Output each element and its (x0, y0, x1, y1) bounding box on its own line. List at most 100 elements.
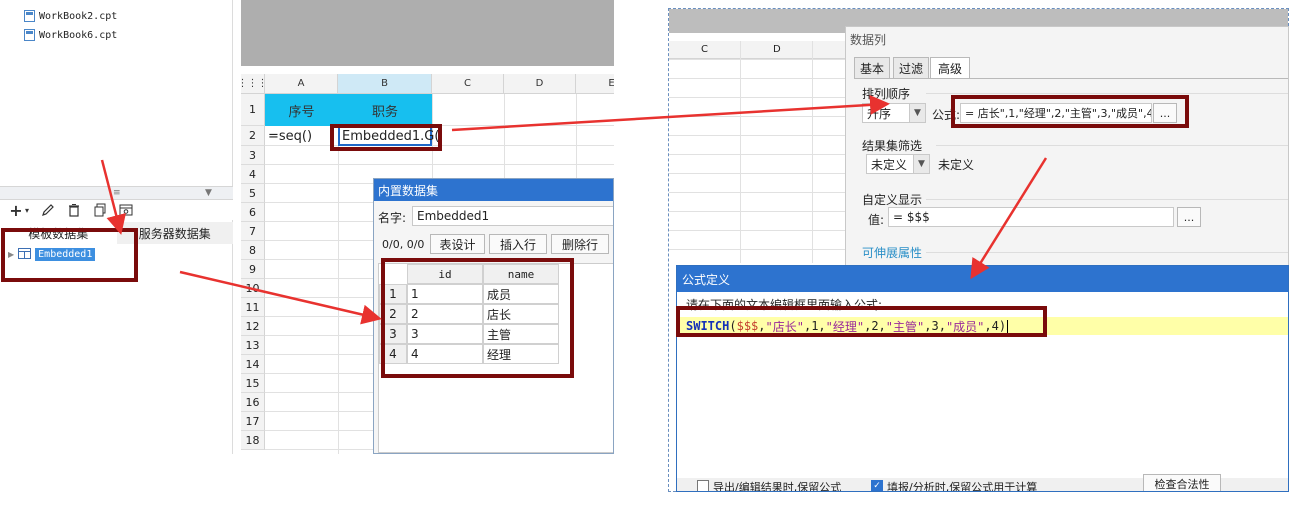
row-header[interactable]: 8 (241, 241, 265, 260)
tab-basic[interactable]: 基本 (854, 57, 890, 79)
gridline (669, 78, 845, 79)
gridline (669, 230, 845, 231)
sort-order-value: 升序 (867, 106, 892, 121)
drag-handle-icon: ≡ (113, 188, 121, 198)
gridline (669, 97, 845, 98)
display-value-input[interactable]: = $$$ (888, 207, 1174, 227)
file-item[interactable]: WorkBook6.cpt (24, 27, 117, 43)
collapse-icon[interactable]: ▼ (205, 188, 212, 198)
formula-definition-dialog: 公式定义 请在下面的文本编辑框里面输入公式: SWITCH($$$, "店长" ,1… (676, 265, 1289, 492)
gridline (669, 135, 845, 136)
trash-icon[interactable] (66, 202, 82, 218)
dataset-toolbar: + ▾ (0, 200, 233, 220)
result-filter-value: 未定义 (871, 157, 908, 172)
row-header[interactable]: 14 (241, 355, 265, 374)
dialog-title: 内置数据集 (374, 179, 613, 201)
sort-order-select[interactable]: 升序 ▼ (862, 103, 926, 123)
keep-formula-calc-checkbox[interactable]: ✓ (871, 480, 883, 491)
tab-rule (854, 78, 1288, 79)
dialog-footer: 导出/编辑结果时,保留公式 ✓ 填报/分析时,保留公式用于计算 检查合法性 (677, 474, 1288, 492)
gridline (669, 116, 845, 117)
cell-a1[interactable]: 序号 (265, 94, 338, 126)
sort-order-title: 排列顺序 (862, 87, 911, 101)
keep-formula-export-checkbox[interactable] (697, 480, 709, 491)
row-header[interactable]: 18 (241, 431, 265, 450)
section-rule (926, 252, 1288, 253)
file-name: WorkBook2.cpt (39, 10, 118, 22)
sheet-top-area (241, 0, 614, 66)
panel-divider[interactable]: ≡ ▼ (0, 186, 233, 200)
chevron-down-icon[interactable]: ▾ (24, 202, 30, 218)
gridline (669, 173, 845, 174)
row-header[interactable]: 10 (241, 279, 265, 298)
expand-property-link[interactable]: 可伸展属性 (862, 244, 922, 261)
preview-icon[interactable] (118, 202, 134, 218)
gridline (669, 154, 845, 155)
row-header[interactable]: 11 (241, 298, 265, 317)
plus-icon[interactable]: + (8, 201, 24, 220)
keep-formula-calc-label: 填报/分析时,保留公式用于计算 (887, 481, 1038, 492)
gridline (669, 249, 845, 250)
cell-position: 0/0, 0/0 (382, 238, 425, 251)
row-header[interactable]: 5 (241, 184, 265, 203)
row-header[interactable]: 9 (241, 260, 265, 279)
dialog-title: 数据列 (850, 33, 887, 47)
insert-row-button[interactable]: 插入行 (489, 234, 547, 254)
dialog-title: 公式定义 (677, 266, 1288, 292)
row-header[interactable]: 12 (241, 317, 265, 336)
chevron-down-icon[interactable]: ▼ (909, 104, 925, 122)
row-header[interactable]: 2 (241, 126, 265, 146)
result-filter-title: 结果集筛选 (862, 139, 923, 153)
highlight-box (951, 95, 1189, 128)
tab-advanced[interactable]: 高级 (930, 57, 970, 79)
cell-a2[interactable]: =seq() (268, 126, 338, 146)
file-item[interactable]: WorkBook2.cpt (24, 8, 117, 24)
row-header[interactable]: 16 (241, 393, 265, 412)
data-column-dialog: 数据列 基本 过滤 高级 排列顺序 升序 ▼ 公式: = 店长",1,"经理",… (845, 26, 1289, 266)
column-header-e[interactable]: E (576, 74, 614, 94)
column-header-d[interactable]: D (504, 74, 576, 94)
file-icon (24, 10, 35, 22)
column-header-b[interactable]: B (338, 74, 432, 94)
custom-display-title: 自定义显示 (862, 193, 923, 207)
check-validity-button[interactable]: 检查合法性 (1143, 474, 1221, 491)
select-all-corner[interactable]: ⋮⋮⋮ (241, 74, 268, 94)
column-header-a[interactable]: A (265, 74, 338, 94)
row-header[interactable]: 7 (241, 222, 265, 241)
copy-icon[interactable] (92, 202, 108, 218)
gridline (669, 192, 845, 193)
gridline (669, 211, 845, 212)
cell-b1[interactable]: 职务 (338, 94, 432, 126)
chevron-down-icon[interactable]: ▼ (913, 155, 929, 173)
value-label: 值: (868, 213, 885, 227)
row-header[interactable]: 6 (241, 203, 265, 222)
display-value-edit-button[interactable]: ... (1177, 207, 1201, 227)
highlight-box (1, 228, 138, 282)
pencil-icon[interactable] (40, 202, 56, 218)
column-header-c[interactable]: C (432, 74, 504, 94)
table-design-button[interactable]: 表设计 (430, 234, 485, 254)
name-label: 名字: (378, 211, 407, 225)
row-header[interactable]: 1 (241, 94, 265, 126)
row-header[interactable]: 13 (241, 336, 265, 355)
delete-row-button[interactable]: 删除行 (551, 234, 609, 254)
dataset-name-input[interactable]: Embedded1 (412, 206, 613, 226)
row-header[interactable]: 4 (241, 165, 265, 184)
row-header[interactable]: 3 (241, 146, 265, 165)
file-name: WorkBook6.cpt (39, 29, 118, 41)
keep-formula-export-label: 导出/编辑结果时,保留公式 (713, 481, 842, 492)
section-rule (926, 93, 1288, 94)
background-sheet-header: C D (669, 41, 845, 59)
tab-filter[interactable]: 过滤 (893, 57, 929, 79)
row-header[interactable]: 17 (241, 412, 265, 431)
result-filter-select[interactable]: 未定义 ▼ (866, 154, 930, 174)
highlight-box (676, 306, 1047, 337)
gridline (669, 59, 845, 60)
highlight-box (381, 258, 574, 378)
row-header[interactable]: 15 (241, 374, 265, 393)
section-rule (926, 199, 1288, 200)
column-header-c: C (701, 44, 708, 55)
column-header-d: D (773, 44, 781, 55)
highlight-box (330, 124, 442, 151)
result-filter-text: 未定义 (938, 158, 975, 172)
